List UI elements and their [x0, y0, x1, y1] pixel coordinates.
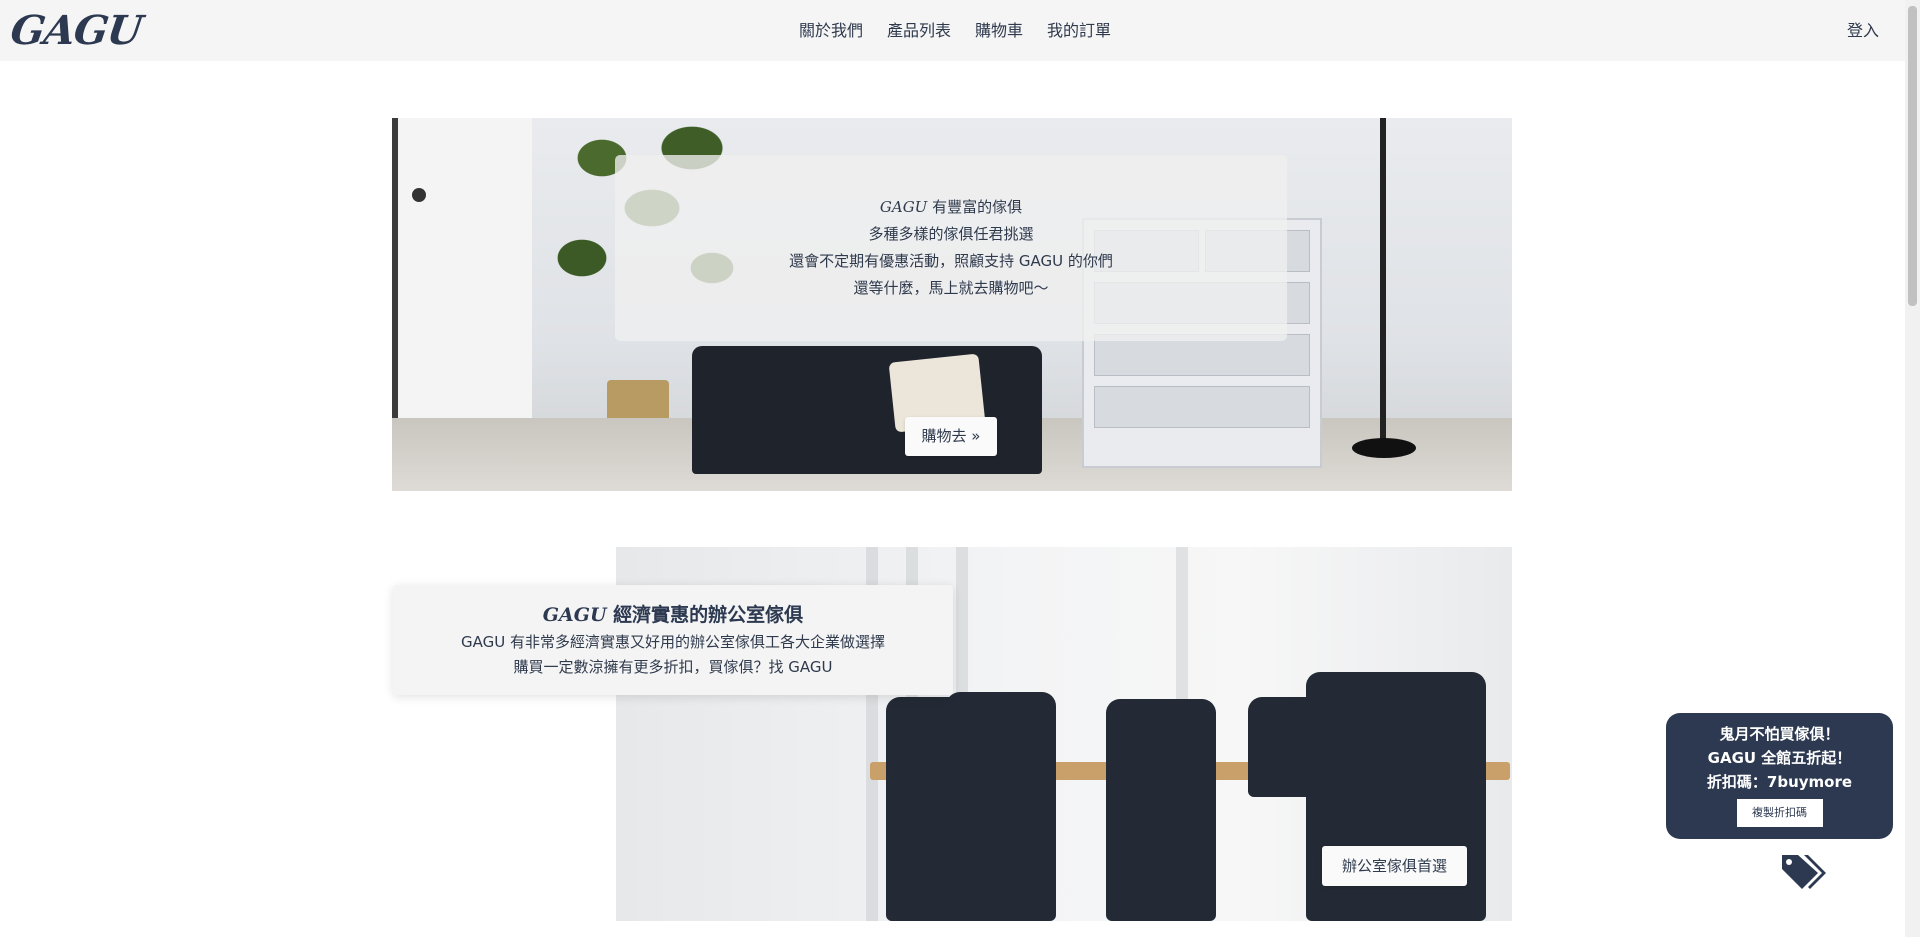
office-chair [946, 692, 1056, 921]
office-furniture-button[interactable]: 辦公室傢俱首選 [1322, 846, 1467, 886]
hero-door [392, 118, 532, 418]
promo-code: 折扣碼：7buymore [1706, 773, 1853, 791]
office-title: GAGU 經濟實惠的辦公室傢俱 [543, 600, 803, 630]
office-desc-2: 購買一定數涼擁有更多折扣，買傢俱？找 GAGU [513, 658, 833, 676]
office-title-brand: GAGU [542, 604, 607, 626]
nav-item-about[interactable]: 關於我們 [787, 0, 875, 61]
hero-text-panel: GAGU 有豐富的傢俱 多種多樣的傢俱任君挑選 還會不定期有優惠活動，照顧支持 … [615, 155, 1287, 341]
hero-line-3: 還會不定期有優惠活動，照顧支持 GAGU 的你們 [789, 252, 1113, 270]
office-info-card: GAGU 經濟實惠的辦公室傢俱 GAGU 有非常多經濟實惠又好用的辦公室傢俱工各… [393, 585, 953, 695]
scrollbar-thumb[interactable] [1908, 6, 1917, 306]
promo-line-1: 鬼月不怕買傢俱！ [1719, 725, 1840, 743]
nav-item-cart[interactable]: 購物車 [963, 0, 1035, 61]
hero-line-1: GAGU 有豐富的傢俱 [880, 195, 1022, 220]
office-desc-1: GAGU 有非常多經濟實惠又好用的辦公室傢俱工各大企業做選擇 [461, 633, 885, 651]
copy-code-button[interactable]: 複製折扣碼 [1736, 799, 1823, 827]
hero-banner: GAGU 有豐富的傢俱 多種多樣的傢俱任君挑選 還會不定期有優惠活動，照顧支持 … [392, 118, 1512, 491]
shop-now-button[interactable]: 購物去 » [905, 417, 997, 456]
logo[interactable]: GAGU [7, 6, 145, 56]
login-link[interactable]: 登入 [1847, 0, 1879, 61]
office-chair [1106, 699, 1216, 921]
tags-icon[interactable] [1778, 851, 1826, 891]
nav-item-orders[interactable]: 我的訂單 [1035, 0, 1123, 61]
office-title-text: 經濟實惠的辦公室傢俱 [606, 604, 804, 626]
hero-floor-lamp [1380, 118, 1386, 448]
hero-brand: GAGU [879, 198, 928, 216]
hero-line-1-text: 有豐富的傢俱 [927, 198, 1023, 216]
hero-door-knob [412, 188, 426, 202]
hero-line-2: 多種多樣的傢俱任君挑選 [868, 225, 1034, 243]
hero-floor-lamp-base [1352, 438, 1416, 458]
hero-line-4: 還等什麼，馬上就去購物吧～ [853, 279, 1049, 297]
promo-popup: 鬼月不怕買傢俱！ GAGU 全館五折起！ 折扣碼：7buymore 複製折扣碼 [1666, 713, 1893, 839]
dresser-drawer [1094, 386, 1310, 428]
promo-line-2: GAGU 全館五折起！ [1707, 749, 1852, 767]
navbar: GAGU 關於我們 產品列表 購物車 我的訂單 登入 [0, 0, 1905, 61]
nav-item-products[interactable]: 產品列表 [875, 0, 963, 61]
nav-menu: 關於我們 產品列表 購物車 我的訂單 [787, 0, 1123, 61]
scrollbar[interactable] [1905, 0, 1920, 937]
